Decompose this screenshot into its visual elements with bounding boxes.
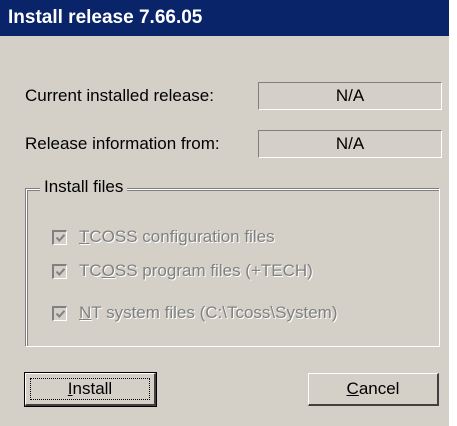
checkbox-label: TCOSS program files (+TECH) [79, 261, 313, 280]
cancel-button[interactable]: Cancel [308, 373, 439, 406]
checkbox-nt-system[interactable]: NT system files (C:\Tcoss\System) [52, 302, 338, 324]
checkbox-checked-icon[interactable] [52, 263, 67, 279]
checkbox-tcoss-program[interactable]: TCOSS program files (+TECH) [52, 260, 313, 282]
release-info-value: N/A [258, 130, 442, 158]
install-button[interactable]: Install [24, 372, 157, 407]
cancel-button-label: Cancel [346, 379, 400, 398]
current-release-value: N/A [258, 82, 442, 110]
window-title: Install release 7.66.05 [0, 0, 449, 36]
focus-rectangle [30, 378, 150, 400]
install-files-group-label: Install files [40, 177, 128, 197]
checkbox-label: NT system files (C:\Tcoss\System) [79, 303, 338, 322]
install-dialog: Install release 7.66.05 Current installe… [0, 0, 449, 426]
checkbox-checked-icon[interactable] [52, 305, 67, 321]
current-release-label: Current installed release: [25, 86, 214, 105]
checkbox-checked-icon[interactable] [52, 229, 67, 245]
release-info-label: Release information from: [25, 134, 220, 153]
checkbox-label: TCOSS configuration files [79, 227, 275, 246]
checkbox-tcoss-config[interactable]: TCOSS configuration files [52, 226, 275, 248]
